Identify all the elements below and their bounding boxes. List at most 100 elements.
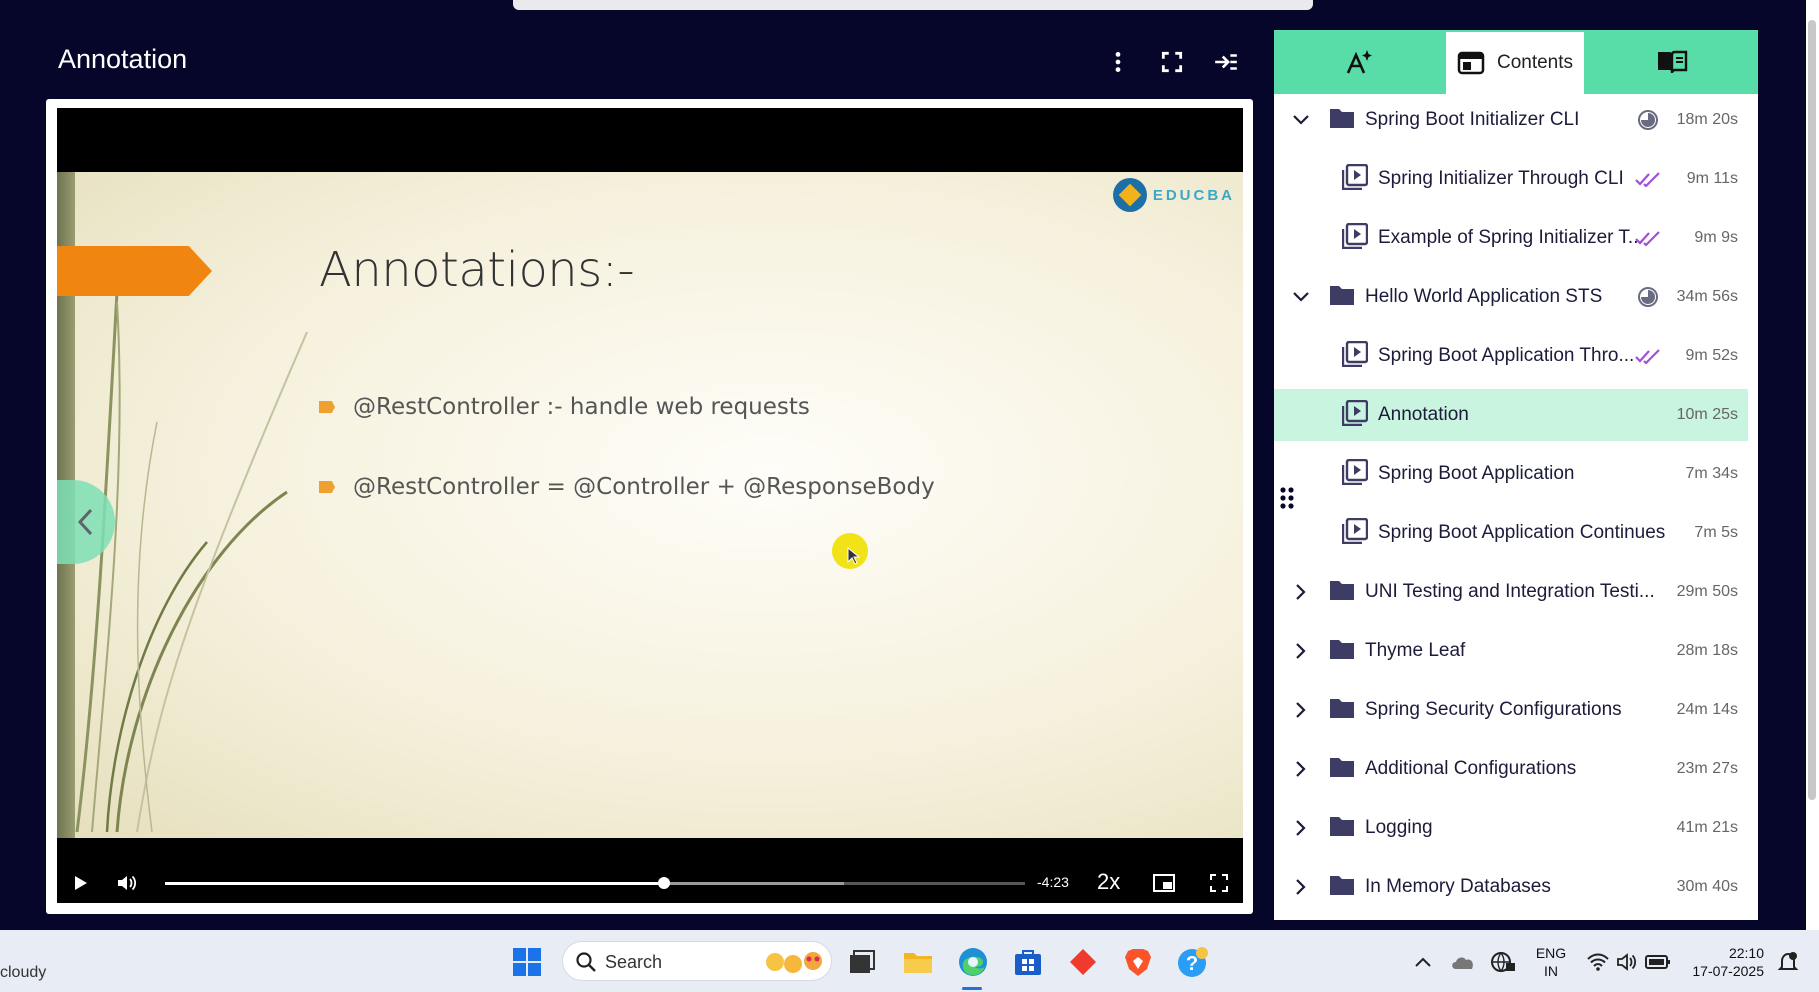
player-fullscreen-button[interactable] xyxy=(1204,869,1234,897)
slide-orange-tab xyxy=(57,246,212,296)
lesson-row[interactable]: Annotation 10m 25s xyxy=(1274,389,1748,441)
taskbar-search-placeholder: Search xyxy=(605,952,663,972)
duration: 34m 56s xyxy=(1676,288,1738,305)
chevron-right-icon[interactable] xyxy=(1291,759,1311,779)
chevron-right-icon[interactable] xyxy=(1291,877,1311,897)
time-remaining: -4:23 xyxy=(1037,874,1069,890)
slide-bullet: @RestController :- handle web requests xyxy=(319,394,810,420)
store-button[interactable] xyxy=(1008,942,1048,982)
tab-ai-assistant[interactable] xyxy=(1274,30,1444,94)
section-title: Spring Boot Initializer CLI xyxy=(1365,109,1580,130)
folder-icon xyxy=(1329,756,1355,783)
chevron-right-icon[interactable] xyxy=(1291,641,1311,661)
lesson-title: Example of Spring Initializer T... xyxy=(1378,227,1644,248)
section-row[interactable]: Thyme Leaf 28m 18s xyxy=(1274,625,1748,677)
seek-bar-played xyxy=(165,882,664,885)
lesson-row[interactable]: Spring Boot Application 7m 34s xyxy=(1274,448,1748,500)
section-row[interactable]: Spring Security Configurations 24m 14s xyxy=(1274,684,1748,736)
file-explorer-button[interactable] xyxy=(898,942,938,982)
tab-notes[interactable] xyxy=(1586,30,1758,94)
brave-browser-button[interactable] xyxy=(1118,942,1158,982)
contents-icon xyxy=(1457,51,1485,75)
section-title: Logging xyxy=(1365,817,1433,838)
chevron-down-icon[interactable] xyxy=(1291,110,1311,130)
anydesk-button[interactable] xyxy=(1063,942,1103,982)
chevron-down-icon[interactable] xyxy=(1291,287,1311,307)
folder-icon xyxy=(1329,815,1355,842)
slide-bullet-text: @RestController :- handle web requests xyxy=(353,394,810,420)
section-row[interactable]: Additional Configurations 23m 27s xyxy=(1274,743,1748,795)
language-indicator[interactable]: ENG IN xyxy=(1533,944,1569,980)
duration: 28m 18s xyxy=(1676,642,1738,659)
collapse-panel-icon[interactable] xyxy=(1208,44,1244,80)
section-title: Spring Security Configurations xyxy=(1365,699,1622,720)
chevron-up-icon xyxy=(1415,957,1431,967)
lesson-title: Spring Boot Application Continues xyxy=(1378,522,1666,543)
video-player[interactable]: Annotations:- @RestController :- handle … xyxy=(57,108,1243,903)
educba-logo: EDUCBA xyxy=(1112,178,1235,212)
chevron-right-icon[interactable] xyxy=(1291,582,1311,602)
play-button[interactable] xyxy=(67,869,95,897)
folder-icon xyxy=(1329,638,1355,665)
cloud-icon xyxy=(1452,957,1473,969)
picture-in-picture-button[interactable] xyxy=(1149,869,1179,897)
page-scrollbar-thumb[interactable] xyxy=(1808,20,1816,800)
duration: 30m 40s xyxy=(1676,878,1738,895)
help-app-button[interactable]: ? xyxy=(1173,942,1213,982)
section-row[interactable]: UNI Testing and Integration Testi... 29m … xyxy=(1274,566,1748,618)
brave-icon xyxy=(1125,949,1151,976)
duration: 23m 27s xyxy=(1676,760,1738,777)
chevron-right-icon[interactable] xyxy=(1291,700,1311,720)
taskbar: cloudy Search ? ENG IN 22:10 17-07-2025 xyxy=(0,930,1819,992)
lesson-row[interactable]: Spring Initializer Through CLI 9m 11s xyxy=(1274,153,1748,205)
show-hidden-icons-button[interactable] xyxy=(1403,942,1443,982)
browser-top-strip xyxy=(0,0,1819,10)
lesson-row[interactable]: Spring Boot Application Thro... 9m 52s xyxy=(1274,330,1748,382)
onedrive-button[interactable] xyxy=(1443,942,1483,982)
lesson-title: Annotation xyxy=(58,44,188,74)
educba-logo-icon xyxy=(1112,178,1147,212)
duration: 9m 11s xyxy=(1686,170,1738,187)
network-status-button[interactable] xyxy=(1483,942,1523,982)
taskbar-search[interactable]: Search xyxy=(562,941,832,981)
progress-partial-icon xyxy=(1635,286,1661,308)
educba-logo-text: EDUCBA xyxy=(1152,186,1235,204)
section-title: In Memory Databases xyxy=(1365,876,1551,897)
duration: 41m 21s xyxy=(1676,819,1738,836)
task-view-button[interactable] xyxy=(842,942,882,982)
video-lesson-icon xyxy=(1341,458,1369,490)
drag-handle-icon[interactable] xyxy=(1279,486,1295,515)
volume-button[interactable] xyxy=(112,869,142,897)
tab-contents[interactable]: Contents xyxy=(1444,30,1586,94)
lesson-title: Annotation xyxy=(1378,404,1469,425)
more-options-icon[interactable] xyxy=(1100,44,1136,80)
section-row[interactable]: Logging 41m 21s xyxy=(1274,802,1748,854)
duration: 7m 34s xyxy=(1685,465,1738,482)
lesson-row[interactable]: Spring Boot Application Continues 7m 5s xyxy=(1274,507,1748,559)
seek-bar[interactable] xyxy=(165,877,1025,889)
clock-date: 17-07-2025 xyxy=(1692,963,1764,979)
player-controls: -4:23 2x xyxy=(57,863,1243,903)
lesson-row[interactable]: Example of Spring Initializer T... 9m 9s xyxy=(1274,212,1748,264)
edge-browser-button[interactable] xyxy=(953,942,993,982)
start-button[interactable] xyxy=(507,942,547,982)
section-row[interactable]: Hello World Application STS 34m 56s xyxy=(1274,271,1748,323)
section-title: Thyme Leaf xyxy=(1365,640,1466,661)
seek-bar-handle[interactable] xyxy=(657,877,670,889)
fullscreen-icon[interactable] xyxy=(1154,44,1190,80)
folder-icon xyxy=(1329,697,1355,724)
section-row[interactable]: Spring Boot Initializer CLI 18m 20s xyxy=(1274,94,1748,146)
battery-button[interactable] xyxy=(1638,942,1678,982)
ai-sparkle-icon xyxy=(1346,50,1372,74)
notifications-button[interactable] xyxy=(1768,942,1808,982)
duration: 9m 9s xyxy=(1694,229,1738,246)
duration: 18m 20s xyxy=(1676,111,1738,128)
picture-in-picture-icon xyxy=(1153,874,1175,892)
panel-tabs: Contents xyxy=(1274,30,1758,94)
chevron-right-icon[interactable] xyxy=(1291,818,1311,838)
clock[interactable]: 22:10 17-07-2025 xyxy=(1682,944,1764,980)
folder-icon xyxy=(1329,579,1355,606)
section-row[interactable]: In Memory Databases 30m 40s xyxy=(1274,861,1748,913)
chevron-left-icon xyxy=(77,508,93,536)
playback-speed-button[interactable]: 2x xyxy=(1097,869,1120,895)
